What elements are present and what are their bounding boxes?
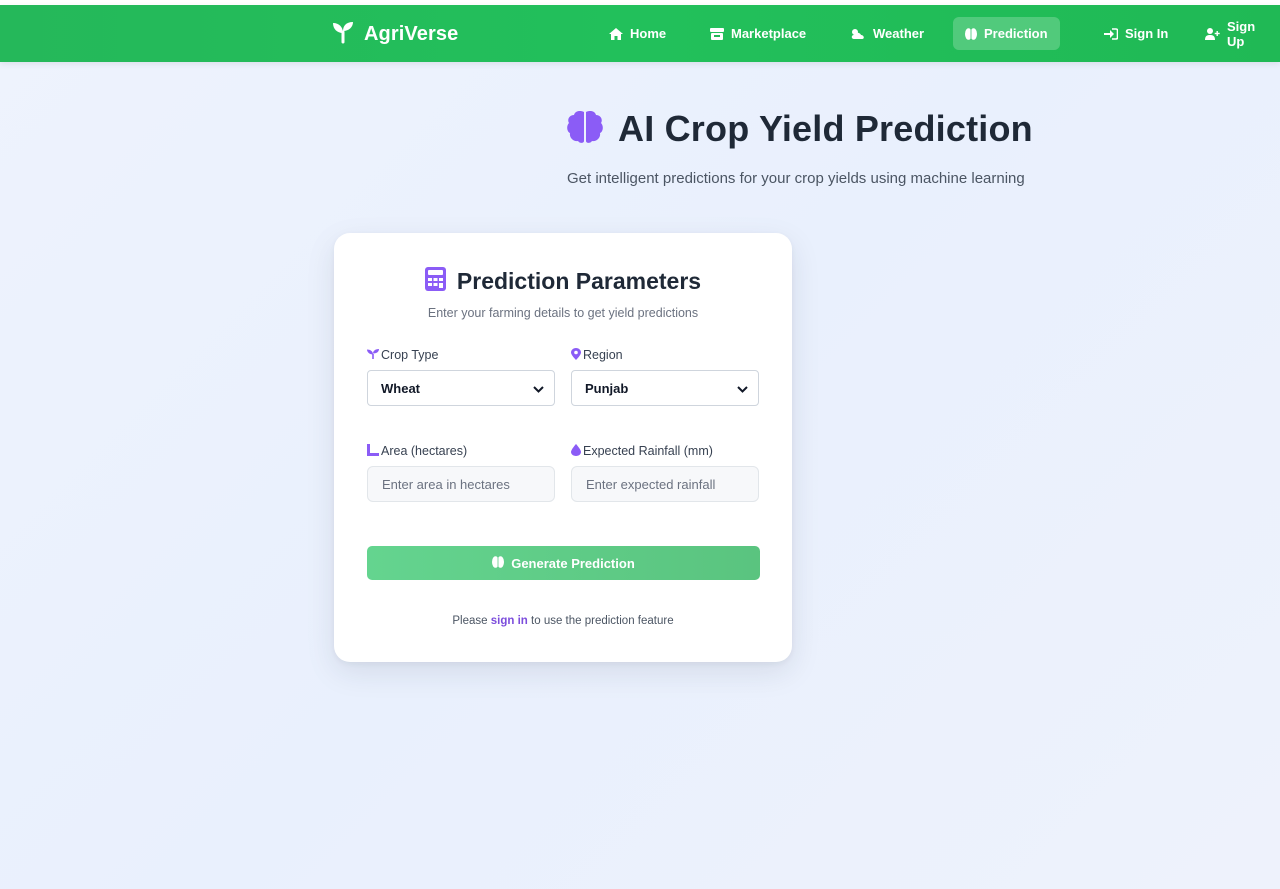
- crop-type-label: Crop Type: [367, 347, 555, 363]
- form-subtitle: Enter your farming details to get yield …: [427, 306, 699, 320]
- nav-prediction-label: Prediction: [984, 26, 1048, 41]
- region-field: Region Punjab: [571, 347, 759, 406]
- cloud-sun-icon: [850, 28, 866, 40]
- brand-name: AgriVerse: [364, 23, 459, 45]
- crop-type-field: Crop Type Wheat: [367, 347, 555, 406]
- navbar: AgriVerse Home Marketplace Weather Predi…: [0, 5, 1280, 62]
- area-field: Area (hectares) Enter area in hectares: [367, 443, 555, 502]
- prediction-form-card: Prediction Parameters Enter your farming…: [334, 233, 792, 662]
- droplet-icon: [571, 443, 581, 459]
- nav-sign-up[interactable]: Sign Up: [1193, 17, 1280, 50]
- page-subtitle: Get intelligent predictions for your cro…: [567, 170, 1025, 187]
- chevron-down-icon: [533, 381, 544, 396]
- region-value: Punjab: [585, 380, 629, 396]
- brand-logo[interactable]: AgriVerse: [331, 20, 458, 49]
- nav-home[interactable]: Home: [597, 17, 678, 50]
- area-placeholder: Enter area in hectares: [382, 476, 510, 492]
- home-icon: [609, 27, 623, 40]
- nav-home-label: Home: [630, 26, 667, 41]
- calculator-icon: [424, 267, 446, 296]
- store-icon: [710, 27, 724, 40]
- nav-marketplace-label: Marketplace: [731, 26, 807, 41]
- brain-icon: [492, 555, 505, 571]
- rainfall-placeholder: Enter expected rainfall: [586, 476, 716, 492]
- area-label: Area (hectares): [367, 443, 555, 459]
- seedling-icon: [367, 348, 379, 362]
- brain-icon: [566, 110, 604, 149]
- nav-sign-in-label: Sign In: [1125, 26, 1169, 41]
- nav-weather-label: Weather: [873, 26, 925, 41]
- form-title: Prediction Parameters: [456, 268, 702, 294]
- chevron-down-icon: [737, 381, 748, 396]
- region-label: Region: [571, 347, 759, 363]
- rainfall-input[interactable]: Enter expected rainfall: [571, 466, 759, 502]
- ruler-icon: [367, 443, 379, 459]
- page-title: AI Crop Yield Prediction: [618, 108, 1033, 149]
- user-plus-icon: [1205, 27, 1220, 40]
- nav-sign-in[interactable]: Sign In: [1092, 17, 1180, 50]
- sign-in-note: Please sign in to use the prediction fea…: [452, 615, 674, 627]
- page-header: AI Crop Yield Prediction: [566, 108, 1033, 150]
- nav-sign-up-label: Sign Up: [1227, 18, 1256, 49]
- nav-marketplace[interactable]: Marketplace: [698, 17, 818, 50]
- brain-icon: [965, 27, 977, 40]
- nav-weather[interactable]: Weather: [838, 17, 936, 50]
- generate-prediction-label: Generate Prediction: [511, 555, 635, 571]
- region-select[interactable]: Punjab: [571, 370, 759, 406]
- crop-type-value: Wheat: [381, 380, 420, 396]
- sign-in-icon: [1104, 27, 1118, 40]
- area-input[interactable]: Enter area in hectares: [367, 466, 555, 502]
- crop-type-select[interactable]: Wheat: [367, 370, 555, 406]
- seedling-logo-icon: [331, 20, 355, 49]
- form-header: Prediction Parameters: [334, 267, 792, 296]
- rainfall-label: Expected Rainfall (mm): [571, 443, 759, 459]
- generate-prediction-button[interactable]: Generate Prediction: [367, 546, 760, 580]
- sign-in-link[interactable]: sign in: [491, 615, 528, 627]
- nav-prediction[interactable]: Prediction: [953, 17, 1060, 50]
- rainfall-field: Expected Rainfall (mm) Enter expected ra…: [571, 443, 759, 502]
- map-pin-icon: [571, 347, 581, 363]
